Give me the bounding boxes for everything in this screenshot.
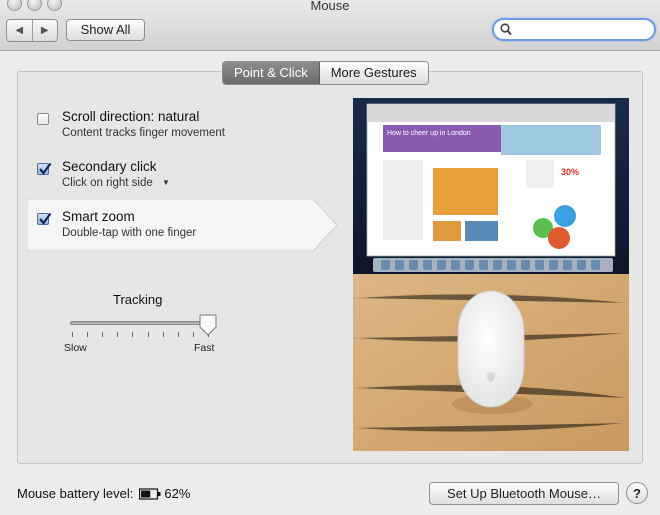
setup-bluetooth-mouse-button[interactable]: Set Up Bluetooth Mouse… <box>429 482 619 505</box>
option-smart-zoom[interactable]: Smart zoom Double-tap with one finger <box>27 209 313 245</box>
tracking-label: Tracking <box>113 292 163 307</box>
option-title: Scroll direction: natural <box>62 109 200 124</box>
slider-tick <box>102 332 104 337</box>
smart-zoom-checkbox[interactable] <box>37 212 52 225</box>
slider-max-label: Fast <box>194 342 215 354</box>
battery-value: 62% <box>164 486 191 501</box>
widget-big-text: 30% <box>561 167 579 177</box>
battery-icon <box>139 487 161 500</box>
slider-tick <box>117 332 119 337</box>
back-forward-control: ◀ ▶ <box>6 19 58 42</box>
gesture-preview-image: How to cheer up in London 30% <box>353 98 629 451</box>
option-title: Secondary click <box>62 159 157 174</box>
preview-illustration: How to cheer up in London 30% <box>353 98 629 451</box>
option-title: Smart zoom <box>62 209 135 224</box>
title-bar: Mouse ◀ ▶ Show All <box>0 0 660 51</box>
battery-status: Mouse battery level: 62% <box>17 486 190 501</box>
battery-fill <box>141 490 151 497</box>
tab-bar: Point & Click More Gestures <box>222 61 429 85</box>
dropdown-triangle-icon: ▼ <box>161 178 170 187</box>
slider-tick <box>132 332 134 337</box>
search-field[interactable] <box>492 18 656 41</box>
tab-point-and-click[interactable]: Point & Click <box>223 62 320 84</box>
tracking-slider-knob[interactable] <box>199 314 217 336</box>
slider-tick <box>177 332 179 337</box>
slider-tick <box>162 332 164 337</box>
tab-more-gestures[interactable]: More Gestures <box>319 62 428 84</box>
slider-min-label: Slow <box>64 342 87 354</box>
checkmark-icon <box>39 162 52 175</box>
option-subtitle: Double-tap with one finger <box>62 227 197 239</box>
search-icon <box>500 23 512 36</box>
chevron-right-icon[interactable]: ▶ <box>33 20 58 41</box>
secondary-click-dropdown[interactable]: Click on right side ▼ <box>62 177 170 189</box>
slider-tick <box>72 332 73 337</box>
window-title: Mouse <box>310 0 350 13</box>
slider-tick <box>87 332 89 337</box>
help-button[interactable]: ? <box>626 482 648 504</box>
browser-headline: How to cheer up in London <box>387 130 471 137</box>
slider-tick <box>147 332 149 337</box>
chevron-left-icon[interactable]: ◀ <box>7 20 33 41</box>
slider-tick <box>192 332 194 337</box>
option-subtitle: Click on right side <box>62 177 153 189</box>
option-secondary-click[interactable]: Secondary click Click on right side ▼ <box>27 159 313 195</box>
option-subtitle: Content tracks finger movement <box>62 127 225 139</box>
tracking-slider-track[interactable] <box>70 321 210 325</box>
option-scroll-direction[interactable]: Scroll direction: natural Content tracks… <box>27 109 313 145</box>
battery-label: Mouse battery level: <box>17 486 134 501</box>
checkmark-icon <box>39 212 52 225</box>
search-input[interactable] <box>516 21 650 40</box>
secondary-click-checkbox[interactable] <box>37 162 52 175</box>
scroll-direction-checkbox[interactable] <box>37 113 49 125</box>
show-all-button[interactable]: Show All <box>66 19 145 41</box>
